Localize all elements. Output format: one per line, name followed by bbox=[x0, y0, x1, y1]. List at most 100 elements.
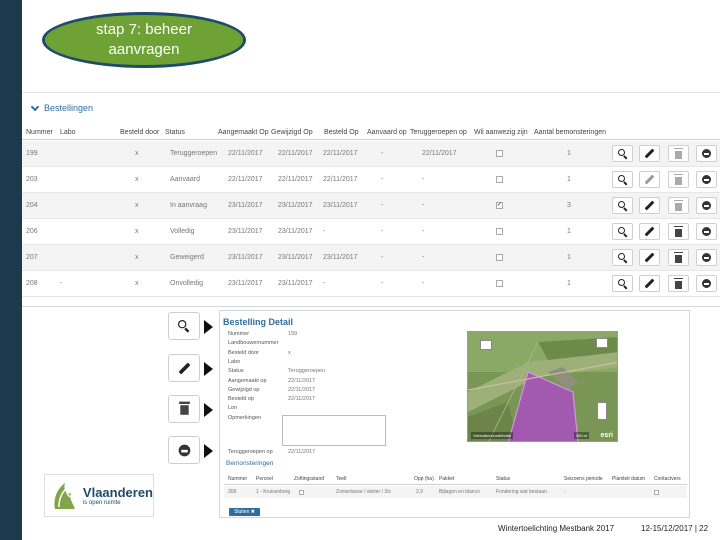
legend-edit-button bbox=[168, 354, 200, 382]
footer-event: Wintertoelichting Mestbank 2017 bbox=[498, 524, 615, 533]
edit-button[interactable] bbox=[639, 275, 660, 292]
samples-col-perceel[interactable]: Perceel bbox=[256, 474, 273, 484]
search-icon bbox=[617, 200, 628, 211]
wil-aanwezig-checkbox[interactable] bbox=[496, 167, 503, 192]
samples-col-seizoens[interactable]: Seizoens periode bbox=[564, 474, 603, 484]
table-row[interactable]: 207 x Geweigerd 23/11/2017 23/11/2017 23/11/2… bbox=[22, 245, 720, 271]
col-header-aangemaakt-op[interactable]: Aangemaakt Op bbox=[218, 126, 269, 139]
view-button[interactable] bbox=[612, 223, 633, 240]
samples-col-contactvers[interactable]: Contactvers bbox=[654, 474, 681, 484]
arrow-right-icon bbox=[204, 444, 213, 458]
cell-aanvaard-op: - bbox=[381, 150, 384, 157]
edit-button[interactable] bbox=[639, 145, 660, 162]
cell-aanvaard-op: - bbox=[381, 228, 384, 235]
delete-button[interactable] bbox=[668, 275, 689, 292]
col-header-wil-aanwezig-zijn[interactable]: Wil aanwezig zijn bbox=[474, 126, 528, 139]
wil-aanwezig-checkbox[interactable] bbox=[496, 245, 503, 270]
sample-checkbox[interactable] bbox=[654, 486, 659, 498]
cell-nummer: 206 bbox=[26, 228, 38, 235]
samples-col-opp[interactable]: Opp (ha) bbox=[414, 474, 434, 484]
edit-button[interactable] bbox=[639, 223, 660, 240]
delete-button[interactable] bbox=[668, 197, 689, 214]
col-header-nummer[interactable]: Nummer bbox=[26, 126, 53, 139]
circle-icon bbox=[702, 227, 711, 236]
col-header-status[interactable]: Status bbox=[165, 126, 185, 139]
samples-table-row[interactable]: 358 1 - Kruisenberg Zomertarwe / winter … bbox=[224, 486, 687, 498]
edit-button[interactable] bbox=[639, 171, 660, 188]
cell-status: Volledig bbox=[170, 228, 195, 235]
trash-icon bbox=[674, 173, 683, 185]
cell-teruggeroepen-op: - bbox=[422, 280, 425, 287]
view-button[interactable] bbox=[612, 145, 633, 162]
delete-button[interactable] bbox=[668, 223, 689, 240]
wil-aanwezig-checkbox[interactable] bbox=[496, 271, 503, 296]
delete-button[interactable] bbox=[668, 249, 689, 266]
wil-aanwezig-checkbox[interactable] bbox=[496, 141, 503, 166]
trash-icon bbox=[674, 225, 683, 237]
map-zoom-control[interactable] bbox=[597, 402, 607, 420]
table-row[interactable]: 204 x In aanvraag 23/11/2017 23/11/2017 23/11… bbox=[22, 193, 720, 219]
samples-col-planiteit[interactable]: Planiteit datum bbox=[612, 474, 645, 484]
table-row[interactable]: 199 x Teruggeroepen 22/11/2017 22/11/2017 22/… bbox=[22, 141, 720, 167]
cell-besteld-door: x bbox=[135, 280, 139, 287]
view-button[interactable] bbox=[612, 275, 633, 292]
samples-col-nummer[interactable]: Nummer bbox=[228, 474, 247, 484]
arrow-right-icon bbox=[204, 362, 213, 376]
samples-col-status[interactable]: Status bbox=[496, 474, 510, 484]
view-button[interactable] bbox=[612, 249, 633, 266]
sample-cell: Bijlagen en blanco bbox=[439, 489, 480, 495]
map-fullscreen-button[interactable] bbox=[596, 338, 608, 348]
arrow-right-icon bbox=[204, 320, 213, 334]
submit-button[interactable] bbox=[696, 223, 717, 240]
submit-button[interactable] bbox=[696, 197, 717, 214]
col-header-labo[interactable]: Labo bbox=[60, 126, 76, 139]
col-header-besteld-door[interactable]: Besteld door bbox=[120, 126, 159, 139]
samples-col-zoftingsstand[interactable]: Zoftingsstand bbox=[294, 474, 324, 484]
detail-field-value: 199 bbox=[288, 331, 298, 337]
submit-button[interactable] bbox=[696, 275, 717, 292]
col-header-aantal-bemonsteringen[interactable]: Aantal bemonsteringen bbox=[534, 126, 606, 139]
edit-button[interactable] bbox=[639, 197, 660, 214]
view-button[interactable] bbox=[612, 197, 633, 214]
samples-section-title[interactable]: Bemonsteringen bbox=[226, 460, 273, 467]
orders-section-header[interactable]: Bestellingen bbox=[30, 102, 93, 113]
sample-checkbox[interactable] bbox=[299, 486, 304, 498]
wil-aanwezig-checkbox[interactable] bbox=[496, 219, 503, 244]
pencil-icon bbox=[644, 226, 655, 237]
edit-button[interactable] bbox=[639, 249, 660, 266]
detail-field-label: Status bbox=[228, 368, 244, 375]
col-header-gewijzigd-op[interactable]: Gewijzigd Op bbox=[271, 126, 313, 139]
left-accent-bar bbox=[0, 0, 22, 540]
submit-button[interactable] bbox=[696, 145, 717, 162]
sample-cell: - bbox=[564, 489, 566, 495]
opmerkingen-textarea[interactable] bbox=[282, 415, 386, 446]
orders-panel: Bestellingen Nummer Labo Besteld door St… bbox=[22, 92, 720, 307]
checkbox-mark: ✓ bbox=[496, 202, 503, 209]
delete-button[interactable] bbox=[668, 171, 689, 188]
map-layers-button[interactable] bbox=[480, 340, 492, 350]
cell-aantal: 1 bbox=[567, 150, 571, 157]
search-icon bbox=[617, 148, 628, 159]
map-scale: 300 m bbox=[573, 432, 589, 439]
col-header-teruggeroepen-op[interactable]: Teruggeroepen op bbox=[410, 126, 467, 139]
submit-button[interactable] bbox=[696, 249, 717, 266]
view-button[interactable] bbox=[612, 171, 633, 188]
samples-col-teelt[interactable]: Teelt bbox=[336, 474, 347, 484]
cell-besteld-op: 23/11/2017 bbox=[323, 202, 358, 209]
delete-button[interactable] bbox=[668, 145, 689, 162]
detail-field-label: Opmerkingen bbox=[228, 414, 262, 421]
wil-aanwezig-checkbox[interactable]: ✓ bbox=[496, 193, 503, 218]
submit-button[interactable] bbox=[696, 171, 717, 188]
close-detail-button[interactable]: Sluiten ✖ bbox=[229, 508, 260, 516]
samples-col-pakket[interactable]: Pakket bbox=[439, 474, 454, 484]
table-row[interactable]: 203 x Aanvaard 22/11/2017 22/11/2017 22/11/20… bbox=[22, 167, 720, 193]
detail-field-label: Landbouwernummer bbox=[228, 340, 279, 347]
sample-cell: 358 bbox=[228, 489, 237, 495]
table-row[interactable]: 206 x Volledig 23/11/2017 23/11/2017 - - - 1 bbox=[22, 219, 720, 245]
pencil-icon bbox=[644, 174, 655, 185]
col-header-besteld-op[interactable]: Besteld Op bbox=[324, 126, 359, 139]
cell-gewijzigd-op: 23/11/2017 bbox=[278, 280, 313, 287]
table-row[interactable]: 208 - x Onvolledig 23/11/2017 23/11/2017 - - - 1 bbox=[22, 271, 720, 297]
parcel-map[interactable]: Gebruikerscontributie 300 m esri bbox=[467, 331, 618, 442]
col-header-aanvaard-op[interactable]: Aanvaard op bbox=[367, 126, 407, 139]
